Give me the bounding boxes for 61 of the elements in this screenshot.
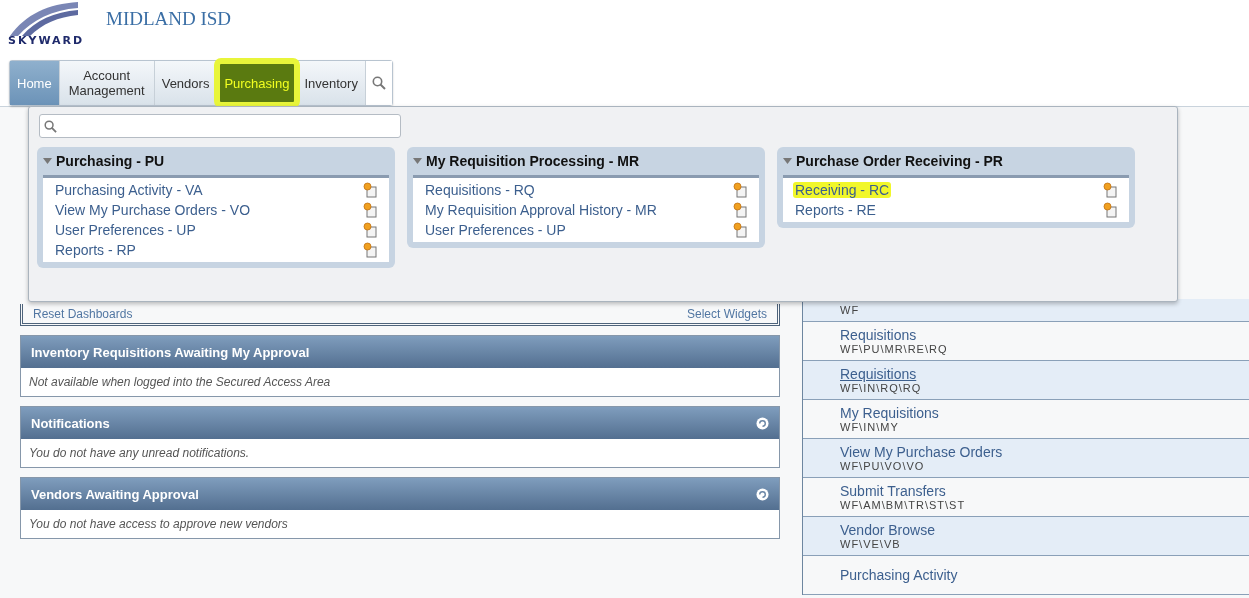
menu-link[interactable]: My Requisition Approval History - MR bbox=[425, 202, 657, 218]
menu-link[interactable]: Reports - RP bbox=[55, 242, 136, 258]
refresh-icon[interactable] bbox=[756, 487, 769, 501]
nav-tab[interactable]: Inventory bbox=[297, 61, 366, 105]
page-gear-icon[interactable] bbox=[733, 182, 747, 198]
shortcut-link[interactable]: Vendor Browse bbox=[840, 522, 935, 538]
page-gear-icon[interactable] bbox=[363, 202, 377, 218]
shortcut-link[interactable]: View My Purchase Orders bbox=[840, 444, 1003, 460]
page-gear-icon[interactable] bbox=[363, 182, 377, 198]
menu-link[interactable]: User Preferences - UP bbox=[425, 222, 566, 238]
shortcut-link[interactable]: Requisitions bbox=[840, 366, 917, 382]
search-icon[interactable] bbox=[371, 76, 386, 90]
nav-tab[interactable]: Purchasing bbox=[217, 61, 298, 105]
caret-icon[interactable] bbox=[43, 158, 52, 164]
shortcut-link[interactable]: My Requisitions bbox=[840, 405, 939, 421]
shortcut-path: WF\IN\MY bbox=[840, 421, 899, 433]
district-name: MIDLAND ISD bbox=[106, 8, 232, 30]
logo-text: SKYWARD bbox=[8, 34, 86, 47]
shortcut-path: WF\AM\BM\TR\ST\ST bbox=[840, 499, 966, 511]
swoosh-logo-icon bbox=[8, 0, 78, 36]
panel-title: Inventory Requisitions Awaiting My Approval bbox=[31, 344, 310, 360]
page-gear-icon[interactable] bbox=[363, 222, 377, 238]
menu-link[interactable]: Reports - RE bbox=[795, 202, 876, 218]
select-widgets-link[interactable]: Select Widgets bbox=[686, 306, 767, 321]
group-title: Purchase Order Receiving - PR bbox=[796, 153, 1003, 169]
panel-title: Vendors Awaiting Approval bbox=[31, 486, 199, 502]
search-icon bbox=[44, 119, 57, 133]
shortcut-path: WF\PU\MR\RE\RQ bbox=[840, 343, 948, 355]
shortcut-link[interactable]: Purchasing Activity bbox=[840, 567, 958, 583]
menu-link[interactable]: View My Purchase Orders - VO bbox=[55, 202, 251, 218]
panel-message: Not available when logged into the Secured Access Area bbox=[28, 374, 332, 391]
menu-link[interactable]: User Preferences - UP bbox=[55, 222, 196, 238]
shortcut-row[interactable]: Purchasing Activity bbox=[803, 556, 1249, 595]
menu-link[interactable]: Requisitions - RQ bbox=[425, 182, 535, 198]
refresh-icon[interactable] bbox=[756, 416, 769, 430]
page-gear-icon[interactable] bbox=[1103, 202, 1117, 218]
reset-dashboards-link[interactable]: Reset Dashboards bbox=[33, 306, 133, 321]
page-gear-icon[interactable] bbox=[363, 242, 377, 258]
shortcut-path: WF\VE\VB bbox=[840, 538, 901, 550]
shortcut-row[interactable]: Vendor Browse WF\VE\VB bbox=[803, 517, 1249, 556]
page-gear-icon[interactable] bbox=[1103, 182, 1117, 198]
shortcut-link[interactable]: Requisitions bbox=[840, 327, 917, 343]
caret-icon[interactable] bbox=[783, 158, 792, 164]
shortcut-path: WF\PU\VO\VO bbox=[840, 460, 925, 472]
nav-tab[interactable]: Account Management bbox=[59, 61, 155, 105]
caret-icon[interactable] bbox=[413, 158, 422, 164]
menu-search-field[interactable] bbox=[39, 114, 401, 138]
menu-link[interactable]: Receiving - RC bbox=[793, 182, 892, 198]
shortcut-path: WF\IN\RQ\RQ bbox=[840, 382, 922, 394]
page-gear-icon[interactable] bbox=[733, 202, 747, 218]
group-title: Purchasing - PU bbox=[56, 153, 165, 169]
panel-message: You do not have access to approve new vendors bbox=[28, 516, 289, 533]
panel-message: You do not have any unread notifications. bbox=[28, 445, 251, 462]
shortcut-row[interactable]: Requisitions WF\IN\RQ\RQ bbox=[803, 361, 1249, 400]
page-gear-icon[interactable] bbox=[733, 222, 747, 238]
shortcut-link[interactable]: Submit Transfers bbox=[840, 483, 946, 499]
menu-link[interactable]: Purchasing Activity - VA bbox=[55, 182, 203, 198]
group-title: My Requisition Processing - MR bbox=[426, 153, 640, 169]
panel-title: Notifications bbox=[31, 415, 110, 431]
shortcut-path: WF bbox=[840, 304, 860, 316]
shortcut-row[interactable]: View My Purchase Orders WF\PU\VO\VO bbox=[803, 439, 1249, 478]
